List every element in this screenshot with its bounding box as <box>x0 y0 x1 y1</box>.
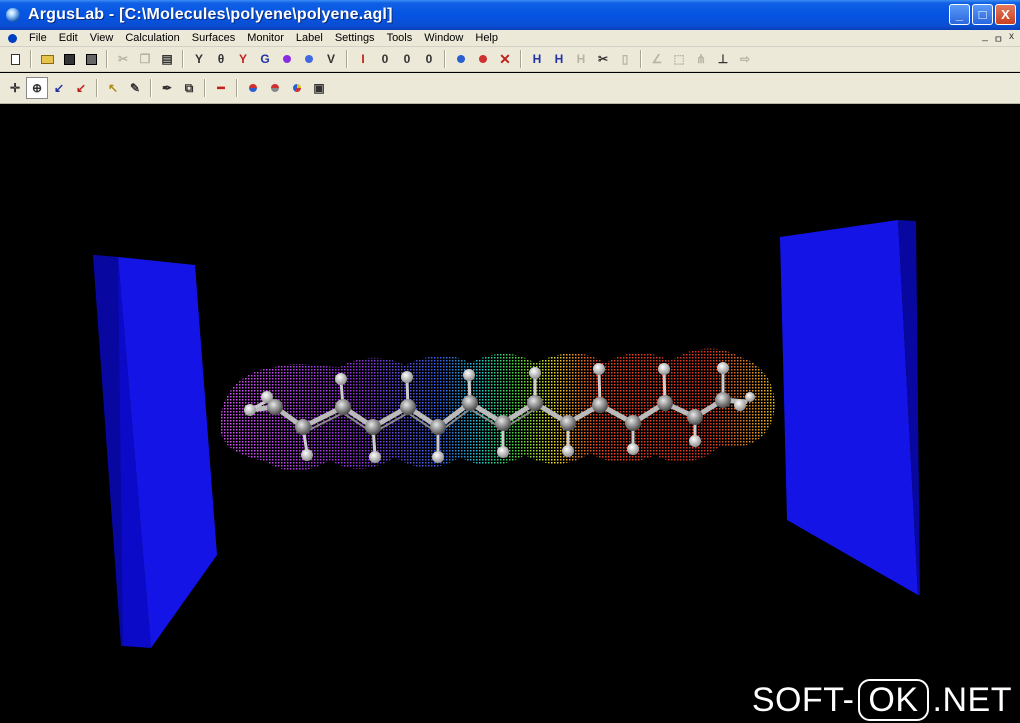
zero3-icon[interactable]: 0 <box>418 48 440 70</box>
document-icon[interactable] <box>8 33 17 43</box>
separator <box>182 50 184 68</box>
copy-icon[interactable]: ❐ <box>134 48 156 70</box>
menu-help[interactable]: Help <box>469 32 504 44</box>
menu-bar: File Edit View Calculation Surfaces Moni… <box>0 30 1020 47</box>
menu-window[interactable]: Window <box>418 32 469 44</box>
dihedral-icon[interactable]: ⋔ <box>690 48 712 70</box>
angle-icon[interactable]: ∠ <box>646 48 668 70</box>
box-icon[interactable]: ⬚ <box>668 48 690 70</box>
menu-surfaces[interactable]: Surfaces <box>186 32 241 44</box>
mdi-close-button[interactable]: x <box>1009 31 1014 46</box>
pen-icon[interactable]: ✒ <box>156 77 178 99</box>
title-bar: ArgusLab - [C:\Molecules\polyene\polyene… <box>0 0 1020 30</box>
watermark-right: .NET <box>932 680 1012 719</box>
tools-toolbar: ✛ ⊕ ↙ ↙ ↖ ✎ ✒ ⧉ ━ ▣ <box>0 73 1020 104</box>
right-electrode-plate <box>780 220 920 595</box>
save-all-icon[interactable] <box>80 48 102 70</box>
atom-red-icon[interactable] <box>264 77 286 99</box>
atom-icon[interactable] <box>450 48 472 70</box>
menu-tools[interactable]: Tools <box>381 32 419 44</box>
mdi-minimize-button[interactable]: _ <box>982 31 988 46</box>
paste-icon[interactable]: ▤ <box>156 48 178 70</box>
open-folder-icon[interactable] <box>36 48 58 70</box>
left-electrode-plate <box>93 255 217 648</box>
delete-icon[interactable]: ✕ <box>494 48 516 70</box>
close-button[interactable]: X <box>995 4 1016 25</box>
save-icon[interactable] <box>58 48 80 70</box>
atom-red-blue-icon[interactable] <box>242 77 264 99</box>
bond-icon[interactable] <box>472 48 494 70</box>
hydrogen2-icon[interactable]: H <box>548 48 570 70</box>
menu-calculation[interactable]: Calculation <box>119 32 185 44</box>
separator <box>204 79 206 97</box>
i-icon[interactable]: I <box>352 48 374 70</box>
build-icon[interactable] <box>276 48 298 70</box>
theta-icon[interactable]: θ <box>210 48 232 70</box>
window-controls: _ □ X <box>949 4 1016 25</box>
axes-icon[interactable]: ⊥ <box>712 48 734 70</box>
hydrogen-icon[interactable]: H <box>526 48 548 70</box>
menu-edit[interactable]: Edit <box>53 32 84 44</box>
molecule-scene <box>93 220 920 648</box>
cube-icon[interactable]: ▣ <box>308 77 330 99</box>
menu-view[interactable]: View <box>84 32 120 44</box>
bond-y2-icon[interactable]: Y <box>232 48 254 70</box>
minimize-button[interactable]: _ <box>949 4 970 25</box>
arrow-icon[interactable]: ⇨ <box>734 48 756 70</box>
separator <box>96 79 98 97</box>
minus-icon[interactable]: ━ <box>210 77 232 99</box>
select-icon[interactable]: ↙ <box>48 77 70 99</box>
separator <box>150 79 152 97</box>
separator <box>640 50 642 68</box>
trash-icon[interactable]: ▯ <box>614 48 636 70</box>
menu-label[interactable]: Label <box>290 32 329 44</box>
zero1-icon[interactable]: 0 <box>374 48 396 70</box>
separator <box>520 50 522 68</box>
separator <box>30 50 32 68</box>
bond-y-icon[interactable]: Y <box>188 48 210 70</box>
menu-settings[interactable]: Settings <box>329 32 381 44</box>
separator <box>106 50 108 68</box>
v-icon[interactable]: V <box>320 48 342 70</box>
separator <box>444 50 446 68</box>
pencil-icon[interactable]: ✎ <box>124 77 146 99</box>
app-icon[interactable] <box>6 8 20 22</box>
watermark: SOFT- OK .NET <box>752 679 1012 721</box>
clip-icon[interactable]: ⧉ <box>178 77 200 99</box>
molecule-viewport[interactable]: SOFT- OK .NET <box>5 105 1020 723</box>
separator <box>346 50 348 68</box>
build2-icon[interactable] <box>298 48 320 70</box>
scissors-icon[interactable]: ✂ <box>592 48 614 70</box>
hydrogen3-icon[interactable]: H <box>570 48 592 70</box>
watermark-left: SOFT- <box>751 680 855 719</box>
cut-icon[interactable]: ✂ <box>112 48 134 70</box>
menu-file[interactable]: File <box>23 32 53 44</box>
maximize-button[interactable]: □ <box>972 4 993 25</box>
select2-icon[interactable]: ↙ <box>70 77 92 99</box>
menu-monitor[interactable]: Monitor <box>241 32 290 44</box>
watermark-mid: OK <box>858 679 929 721</box>
g-icon[interactable]: G <box>254 48 276 70</box>
mdi-controls: _ ㅁ x <box>982 31 1014 46</box>
separator <box>236 79 238 97</box>
pie-icon[interactable] <box>286 77 308 99</box>
zero2-icon[interactable]: 0 <box>396 48 418 70</box>
mdi-restore-button[interactable]: ㅁ <box>994 31 1003 46</box>
new-doc-icon[interactable] <box>4 48 26 70</box>
window-title: ArgusLab - [C:\Molecules\polyene\polyene… <box>28 6 393 23</box>
move-icon[interactable]: ✛ <box>4 77 26 99</box>
rotate-icon[interactable]: ⊕ <box>26 77 48 99</box>
pointer-icon[interactable]: ↖ <box>102 77 124 99</box>
standard-toolbar: ✂ ❐ ▤ Y θ Y G V I 0 0 0 ✕ H H H ✂ ▯ ∠ ⬚ … <box>0 47 1020 72</box>
